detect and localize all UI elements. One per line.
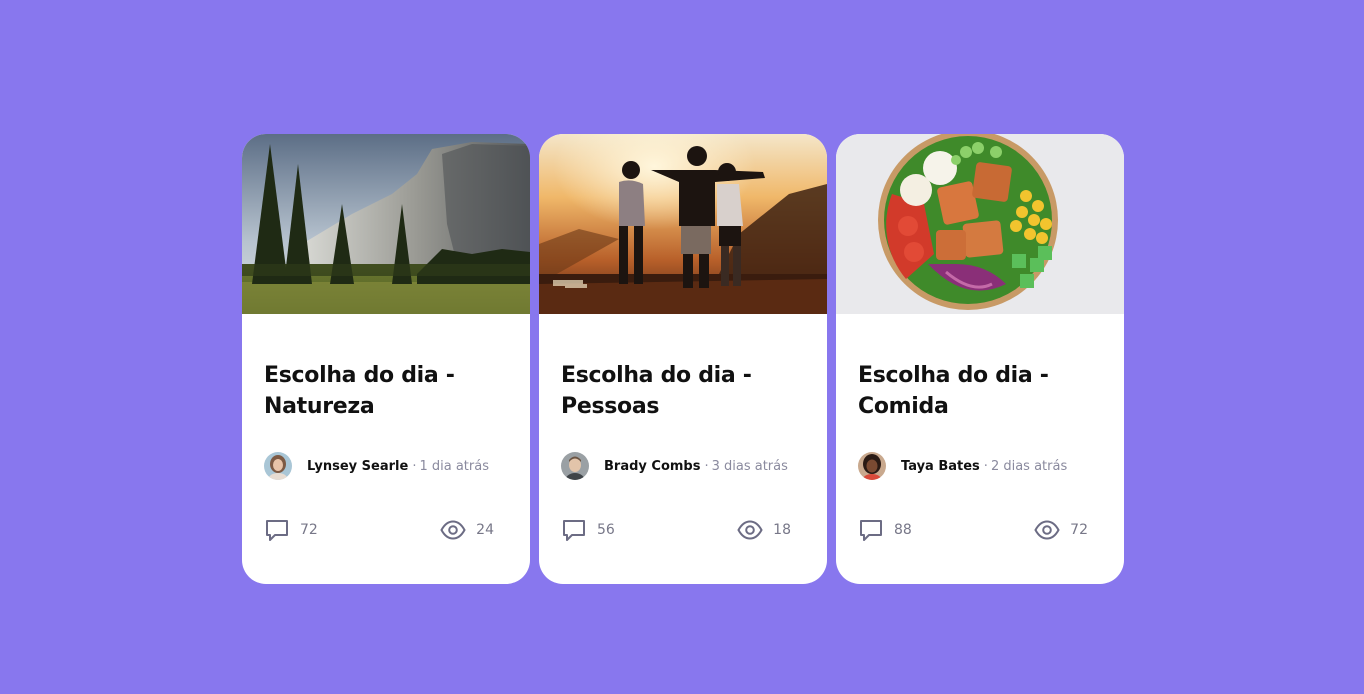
card-title-line2: Natureza xyxy=(264,394,375,419)
avatar-image xyxy=(561,452,589,480)
card-title-line1: Escolha do dia - xyxy=(858,363,1049,388)
views-count: 18 xyxy=(773,522,791,538)
card-stats: 56 18 xyxy=(561,516,791,544)
card-stats: 72 24 xyxy=(264,516,494,544)
eye-icon xyxy=(1034,520,1060,540)
views-count: 72 xyxy=(1070,522,1088,538)
people-photo xyxy=(539,134,827,314)
avatar[interactable] xyxy=(264,452,292,480)
views-stat[interactable]: 72 xyxy=(1034,517,1088,543)
views-stat[interactable]: 18 xyxy=(737,517,791,543)
nature-photo xyxy=(242,134,530,314)
card-list: Escolha do dia - Natureza Lynsey Searle … xyxy=(242,134,1124,584)
comments-stat[interactable]: 72 xyxy=(264,517,318,543)
card-image-food[interactable] xyxy=(836,134,1124,314)
card-title[interactable]: Escolha do dia - Natureza xyxy=(264,360,514,422)
comments-count: 72 xyxy=(300,522,318,538)
author-name[interactable]: Lynsey Searle xyxy=(307,459,408,474)
comments-stat[interactable]: 88 xyxy=(858,517,912,543)
card-stats: 88 72 xyxy=(858,516,1088,544)
card-image-nature[interactable] xyxy=(242,134,530,314)
views-count: 24 xyxy=(476,522,494,538)
comment-icon xyxy=(563,520,585,541)
separator-dot: · xyxy=(412,458,417,474)
post-card-natureza[interactable]: Escolha do dia - Natureza Lynsey Searle … xyxy=(242,134,530,584)
post-time: 2 dias atrás xyxy=(990,458,1068,474)
eye-icon xyxy=(737,520,763,540)
comments-count: 88 xyxy=(894,522,912,538)
avatar[interactable] xyxy=(561,452,589,480)
card-title[interactable]: Escolha do dia - Comida xyxy=(858,360,1108,422)
card-title-line1: Escolha do dia - xyxy=(264,363,455,388)
post-card-pessoas[interactable]: Escolha do dia - Pessoas Brady Combs · 3… xyxy=(539,134,827,584)
separator-dot: · xyxy=(983,458,988,474)
post-time: 3 dias atrás xyxy=(711,458,788,474)
comment-icon xyxy=(860,520,882,541)
avatar-image xyxy=(264,452,292,480)
author-name[interactable]: Taya Bates xyxy=(901,459,980,474)
post-card-comida[interactable]: Escolha do dia - Comida Taya Bates · 2 d… xyxy=(836,134,1124,584)
comment-icon xyxy=(266,520,288,541)
card-title-line2: Pessoas xyxy=(561,394,660,419)
author-name[interactable]: Brady Combs xyxy=(604,459,700,474)
avatar-image xyxy=(858,452,886,480)
card-title-line1: Escolha do dia - xyxy=(561,363,752,388)
food-photo xyxy=(836,134,1124,314)
views-stat[interactable]: 24 xyxy=(440,517,494,543)
card-title-line2: Comida xyxy=(858,394,949,419)
separator-dot: · xyxy=(704,458,709,474)
card-title[interactable]: Escolha do dia - Pessoas xyxy=(561,360,811,422)
author-info: Brady Combs · 3 dias atrás xyxy=(561,451,788,481)
eye-icon xyxy=(440,520,466,540)
comments-stat[interactable]: 56 xyxy=(561,517,615,543)
comments-count: 56 xyxy=(597,522,615,538)
post-time: 1 dia atrás xyxy=(419,458,489,474)
author-info: Lynsey Searle · 1 dia atrás xyxy=(264,451,489,481)
card-image-people[interactable] xyxy=(539,134,827,314)
avatar[interactable] xyxy=(858,452,886,480)
author-info: Taya Bates · 2 dias atrás xyxy=(858,451,1067,481)
